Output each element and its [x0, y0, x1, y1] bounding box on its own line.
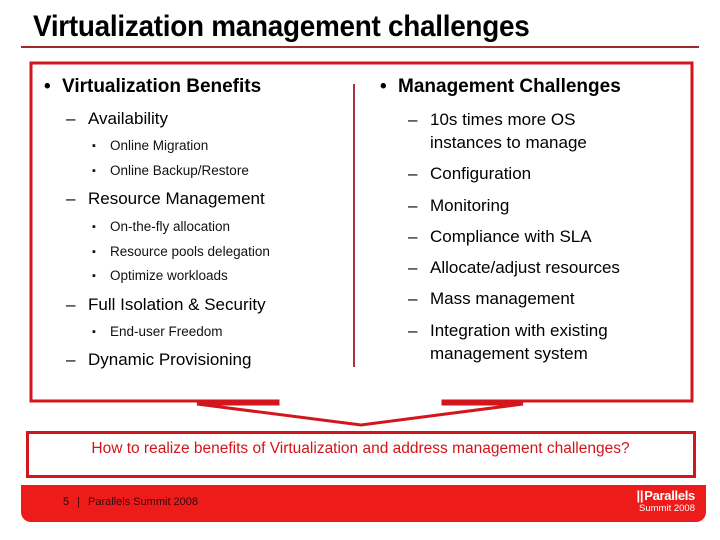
bullet-icon: •: [380, 76, 387, 97]
left-heading: • Virtualization Benefits: [44, 76, 262, 97]
list-item: – Dynamic Provisioning: [66, 350, 252, 369]
list-item: – Compliance with SLA: [408, 227, 592, 246]
footer-caption: 5 | Parallels Summit 2008: [63, 496, 198, 508]
dash-icon: –: [66, 350, 76, 369]
list-subitem: ▪ Online Migration: [92, 138, 209, 153]
list-item: – Configuration: [408, 164, 532, 183]
list-item: – Resource Management: [66, 189, 265, 208]
list-subitem: ▪ On-the-fly allocation: [92, 219, 231, 234]
list-item: – Availability: [66, 109, 169, 128]
footer-bar: 5 | Parallels Summit 2008 ||Parallels Summ…: [21, 485, 706, 522]
list-item: – 10s times more OS instances to manage: [408, 110, 587, 152]
event-name: Parallels Summit 2008: [87, 496, 199, 508]
bullet-icon: •: [44, 76, 51, 97]
dash-icon: –: [408, 289, 418, 308]
dash-icon: –: [408, 321, 418, 340]
footer-separator: |: [77, 496, 80, 508]
parallels-bars-icon: ||: [636, 488, 644, 503]
square-bullet-icon: ▪: [92, 246, 96, 258]
dash-icon: –: [408, 258, 418, 277]
list-item: – Full Isolation & Security: [66, 295, 266, 314]
square-bullet-icon: ▪: [92, 270, 96, 282]
dash-icon: –: [408, 164, 418, 183]
parallels-logo: ||Parallels Summit 2008: [636, 488, 696, 514]
page-number: 5: [63, 496, 70, 508]
dash-icon: –: [66, 109, 76, 128]
right-heading: • Management Challenges: [380, 76, 621, 97]
dash-icon: –: [408, 110, 418, 129]
list-subitem: ▪ Resource pools delegation: [92, 244, 270, 259]
list-subitem: ▪ Optimize workloads: [92, 268, 228, 283]
list-item: – Integration with existing management s…: [408, 321, 608, 363]
list-item: – Mass management: [408, 289, 575, 308]
list-item: – Monitoring: [408, 196, 510, 215]
dash-icon: –: [408, 196, 418, 215]
dash-icon: –: [66, 189, 76, 208]
square-bullet-icon: ▪: [92, 165, 96, 177]
list-item: – Allocate/adjust resources: [408, 258, 620, 277]
list-subitem: ▪ End-user Freedom: [92, 324, 223, 339]
key-question: How to realize benefits of Virtualizatio…: [91, 440, 630, 457]
column-divider: [353, 84, 355, 367]
square-bullet-icon: ▪: [92, 326, 96, 338]
dash-icon: –: [66, 295, 76, 314]
square-bullet-icon: ▪: [92, 140, 96, 152]
list-subitem: ▪ Online Backup/Restore: [92, 163, 249, 178]
dash-icon: –: [408, 227, 418, 246]
square-bullet-icon: ▪: [92, 221, 96, 233]
